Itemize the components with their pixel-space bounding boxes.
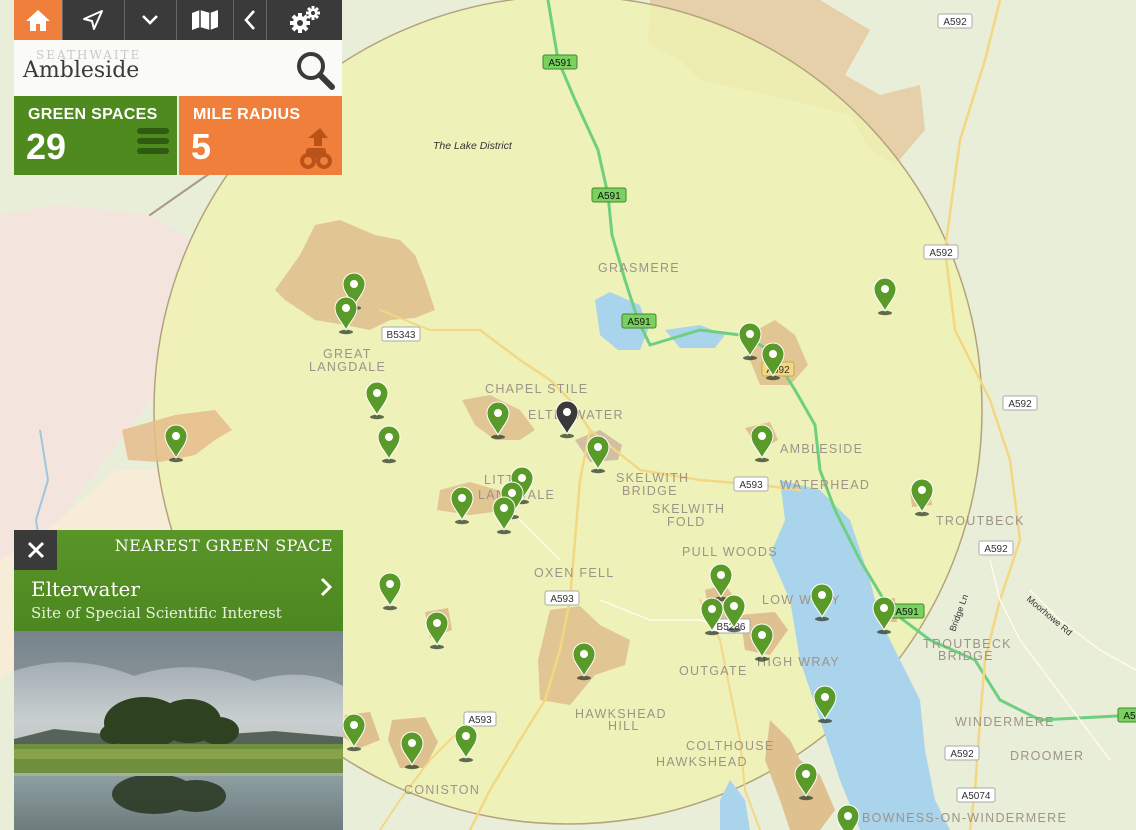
mile-radius-stat[interactable]: MILE RADIUS 5	[179, 96, 342, 175]
location-search[interactable]: SEATHWAITE Ambleside	[14, 40, 342, 96]
place-label: COLTHOUSE	[686, 739, 775, 753]
chevron-left-icon	[244, 10, 256, 30]
map-icon	[191, 10, 218, 30]
place-label: FOLD	[667, 515, 706, 529]
card-header[interactable]: NEAREST GREEN SPACE Elterwater Site of S…	[14, 530, 343, 631]
dropdown-button[interactable]	[125, 0, 177, 40]
back-button[interactable]	[234, 0, 268, 40]
place-label: PULL WOODS	[682, 545, 778, 559]
search-input[interactable]: Ambleside	[23, 58, 139, 83]
chevron-down-icon	[142, 15, 159, 25]
place-label: HILL	[608, 719, 640, 733]
road-label: A591	[1123, 711, 1136, 722]
search-icon[interactable]	[294, 49, 336, 91]
close-icon	[27, 541, 44, 559]
place-label: BRIDGE	[622, 484, 678, 498]
mile-radius-value: 5	[191, 126, 212, 167]
place-label: HIGH WRAY	[757, 655, 840, 669]
navigate-arrow-icon	[83, 10, 104, 30]
green-space-photo	[14, 631, 343, 830]
road-label: A593	[739, 480, 763, 491]
list-icon[interactable]	[137, 126, 169, 156]
binoculars-icon[interactable]	[298, 126, 334, 172]
place-label: CONISTON	[404, 783, 480, 797]
road-label: A593	[550, 594, 574, 605]
place-label: WATERHEAD	[780, 478, 870, 492]
place-label: OXEN FELL	[534, 566, 614, 580]
place-label: SKELWITH	[616, 471, 689, 485]
road-label: A591	[627, 317, 651, 328]
locate-button[interactable]	[63, 0, 125, 40]
close-button[interactable]	[14, 530, 57, 570]
settings-button[interactable]	[267, 0, 342, 40]
road-label: A591	[548, 58, 572, 69]
mile-radius-label: MILE RADIUS	[193, 106, 301, 123]
green-spaces-count: 29	[26, 126, 67, 167]
road-label: B5343	[387, 330, 416, 341]
place-label: TROUTBECK	[936, 514, 1025, 528]
road-label: A592	[950, 749, 974, 760]
place-label: GRASMERE	[598, 261, 680, 275]
place-label: CHAPEL STILE	[485, 382, 588, 396]
toolbar	[14, 0, 342, 40]
map-marker-pin[interactable]	[836, 804, 860, 830]
green-space-designation: Site of Special Scientific Interest	[31, 604, 282, 622]
gears-icon	[289, 6, 320, 33]
place-label: GREAT	[323, 347, 372, 361]
road-label: A591	[895, 607, 919, 618]
road-label: A592	[929, 248, 953, 259]
place-label: BRIDGE	[938, 649, 994, 663]
place-label: DROOMER	[1010, 749, 1084, 763]
place-label: HAWKSHEAD	[656, 755, 748, 769]
green-spaces-label: GREEN SPACES	[28, 106, 158, 123]
map-view-button[interactable]	[177, 0, 235, 40]
place-label: The Lake District	[433, 140, 513, 152]
road-label: A5074	[962, 791, 991, 802]
place-label: LANGDALE	[309, 360, 386, 374]
place-label: BOWNESS-ON-WINDERMERE	[862, 811, 1067, 825]
road-label: A592	[1008, 399, 1032, 410]
green-spaces-stat[interactable]: GREEN SPACES 29	[14, 96, 177, 175]
nearest-green-space-card[interactable]: NEAREST GREEN SPACE Elterwater Site of S…	[14, 530, 343, 830]
card-heading: NEAREST GREEN SPACE	[114, 536, 333, 555]
road-label: A592	[984, 544, 1008, 555]
place-label: OUTGATE	[679, 664, 748, 678]
place-label: WINDERMERE	[955, 715, 1055, 729]
place-label: AMBLESIDE	[780, 442, 863, 456]
home-icon	[25, 10, 50, 31]
home-button[interactable]	[14, 0, 63, 40]
chevron-right-icon[interactable]	[317, 576, 335, 598]
green-space-name[interactable]: Elterwater	[31, 577, 140, 601]
place-label: SKELWITH	[652, 502, 725, 516]
road-label: A593	[468, 715, 492, 726]
road-label: A592	[943, 17, 967, 28]
road-label: A591	[597, 191, 621, 202]
